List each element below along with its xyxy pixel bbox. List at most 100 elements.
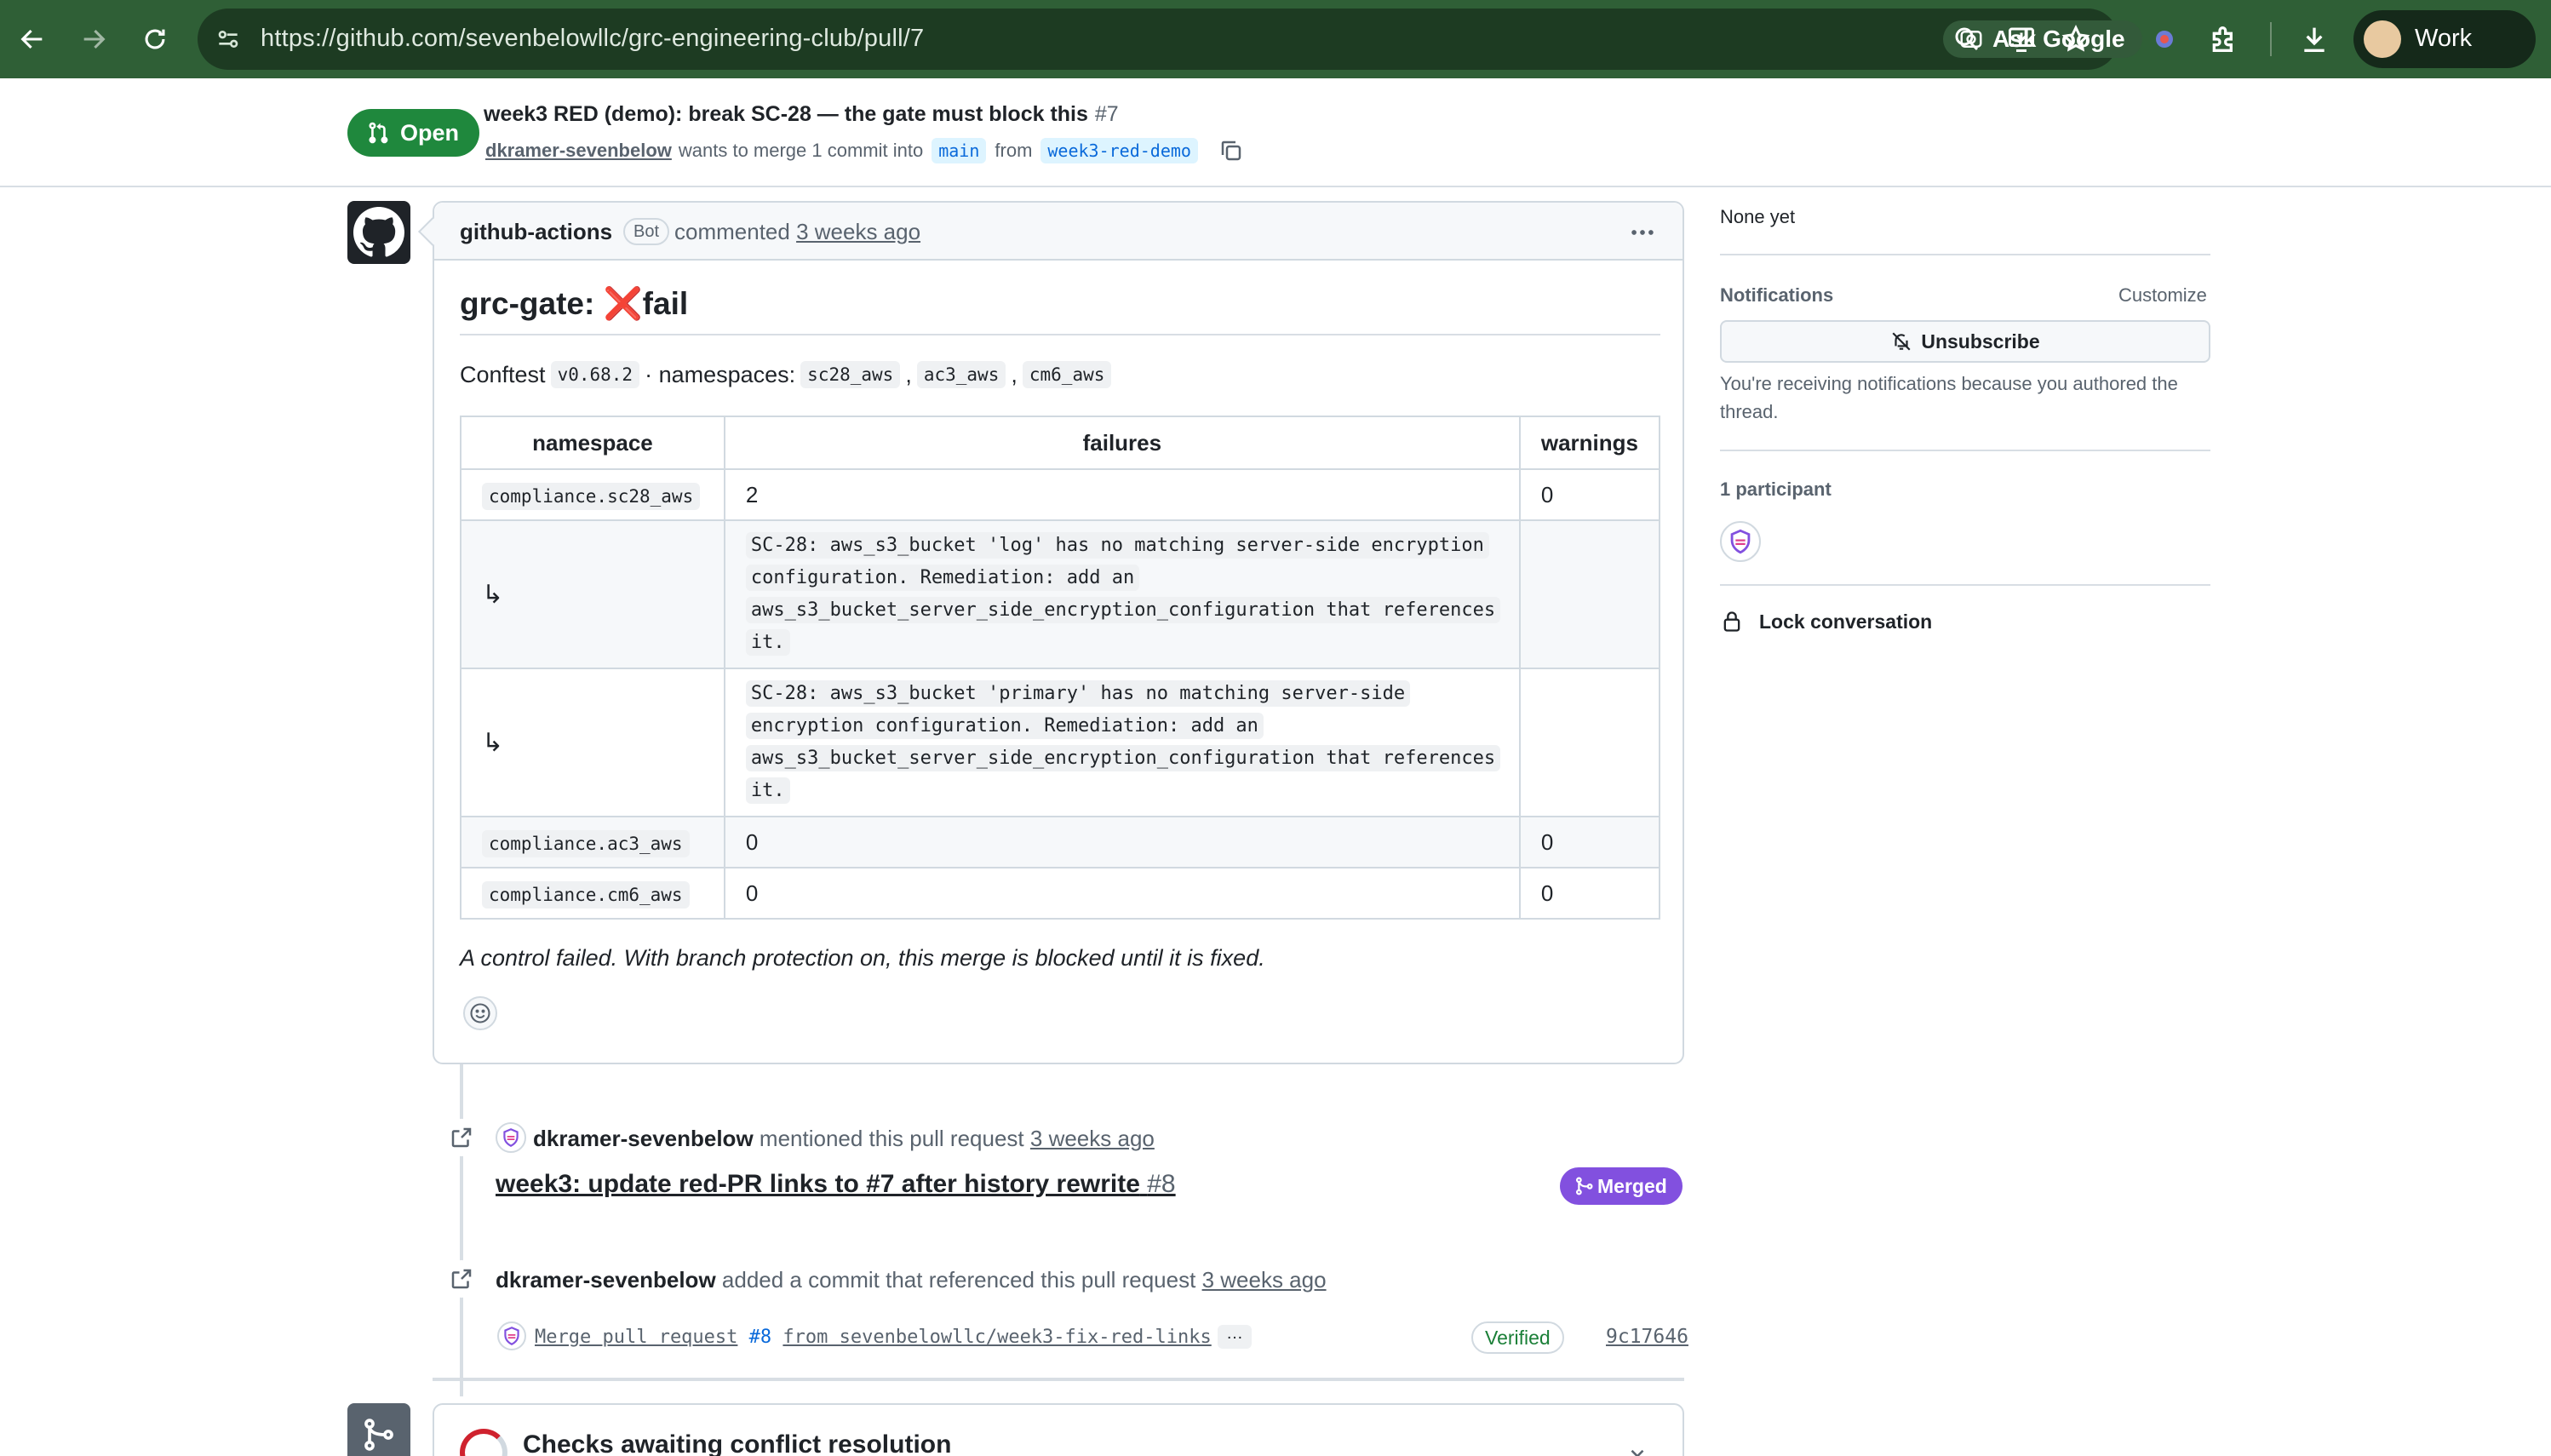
column-header: warnings xyxy=(1518,416,1661,470)
warnings-cell: 0 xyxy=(1518,468,1661,521)
gate-heading-prefix: grc-gate: xyxy=(460,286,595,321)
participants-heading: 1 participant xyxy=(1720,479,1832,500)
fail-cross-icon: ❌ xyxy=(603,286,643,321)
failure-message-text: SC-28: aws_s3_bucket 'log' has no matchi… xyxy=(745,532,1501,656)
cross-reference-event-icon xyxy=(443,1119,480,1156)
warnings-cell xyxy=(1518,668,1661,817)
toolbar-divider xyxy=(2270,22,2272,56)
table-row: compliance.cm6_aws 0 0 xyxy=(460,867,1661,920)
referenced-pr-link[interactable]: week3: update red-PR links to #7 after h… xyxy=(496,1170,1176,1199)
mention-event-text: dkramer-sevenbelow mentioned this pull r… xyxy=(533,1126,1155,1152)
namespace-code: ac3_aws xyxy=(916,361,1006,388)
customize-link[interactable]: Customize xyxy=(2118,284,2207,307)
user-avatar[interactable] xyxy=(496,1122,526,1153)
cross-reference-icon xyxy=(451,1269,472,1289)
commit-sha-link[interactable]: 9c17646 xyxy=(1606,1326,1688,1348)
extensions-puzzle-icon[interactable] xyxy=(2207,22,2241,56)
namespace-code: cm6_aws xyxy=(1022,361,1112,388)
copy-icon[interactable] xyxy=(1218,138,1244,163)
commit-message[interactable]: Merge pull request #8 from sevenbelowllc… xyxy=(535,1327,1212,1348)
event-actor[interactable]: dkramer-sevenbelow xyxy=(496,1267,716,1293)
failures-cell: 2 xyxy=(723,468,1521,521)
timeline-divider xyxy=(433,1378,1684,1381)
commit-message-suffix[interactable]: from sevenbelowllc/week3-fix-red-links xyxy=(782,1327,1211,1348)
bookmark-star-icon[interactable] xyxy=(2061,24,2091,54)
github-actions-avatar[interactable] xyxy=(347,201,410,264)
arrow-left-icon xyxy=(20,29,43,49)
pr-author-link[interactable]: dkramer-sevenbelow xyxy=(485,140,672,162)
kebab-menu-icon[interactable] xyxy=(1628,218,1657,247)
event-description: added a commit that referenced this pull… xyxy=(721,1267,1196,1293)
extension-colorful-icon[interactable] xyxy=(2147,22,2181,56)
failures-cell: 0 xyxy=(723,867,1521,920)
timeline-line xyxy=(460,1056,463,1396)
from-text: from xyxy=(995,140,1033,161)
forward-button[interactable] xyxy=(73,19,114,60)
checks-status-icon xyxy=(460,1429,507,1456)
user-avatar[interactable] xyxy=(497,1321,526,1350)
chevron-down-icon[interactable] xyxy=(1626,1442,1648,1456)
comment-action: commented xyxy=(674,219,790,244)
comment-header: github-actions Bot commented 3 weeks ago xyxy=(418,203,1683,261)
reload-button[interactable] xyxy=(135,19,175,60)
commit-event-text: dkramer-sevenbelow added a commit that r… xyxy=(496,1267,1327,1293)
gate-heading-suffix: fail xyxy=(642,286,689,321)
head-branch[interactable]: week3-red-demo xyxy=(1040,138,1198,163)
comment-author[interactable]: github-actions xyxy=(460,219,612,245)
gate-heading: grc-gate: ❌fail xyxy=(460,286,688,323)
reload-icon xyxy=(145,29,165,49)
site-settings-icon[interactable] xyxy=(215,26,242,53)
install-app-icon[interactable] xyxy=(2006,24,2037,54)
pr-state-label: Open xyxy=(400,120,460,146)
comment-time[interactable]: 3 weeks ago xyxy=(796,219,920,244)
add-reaction-button[interactable] xyxy=(463,996,497,1030)
sub-row-arrow: ↳ xyxy=(460,519,725,669)
checks-title: Checks awaiting conflict resolution xyxy=(523,1430,952,1456)
git-merge-icon xyxy=(1576,1177,1593,1195)
referenced-pr-title[interactable]: week3: update red-PR links to #7 after h… xyxy=(496,1170,1140,1198)
namespace-cell: compliance.cm6_aws xyxy=(460,867,725,920)
pr-number: #7 xyxy=(1094,102,1119,126)
sidebar-divider xyxy=(1720,450,2210,451)
commit-reference-event-icon xyxy=(443,1260,480,1298)
base-branch[interactable]: main xyxy=(932,138,987,163)
github-logo-icon xyxy=(353,207,404,257)
failure-message-text: SC-28: aws_s3_bucket 'primary' has no ma… xyxy=(745,680,1501,804)
sidebar-divider xyxy=(1720,254,2210,255)
commit-pr-link[interactable]: #8 xyxy=(749,1327,772,1348)
namespace-code: compliance.ac3_aws xyxy=(482,829,690,857)
address-bar[interactable]: https://github.com/sevenbelowllc/grc-eng… xyxy=(198,9,2142,70)
column-header: namespace xyxy=(460,416,725,470)
download-icon[interactable] xyxy=(2297,22,2331,56)
event-time[interactable]: 3 weeks ago xyxy=(1030,1126,1155,1151)
zoom-icon[interactable] xyxy=(1952,24,1982,54)
profile-button[interactable]: Work xyxy=(2353,10,2536,68)
profile-name: Work xyxy=(2415,25,2473,52)
commit-message-prefix[interactable]: Merge pull request xyxy=(535,1327,737,1348)
event-actor[interactable]: dkramer-sevenbelow xyxy=(533,1126,754,1151)
expand-commit-button[interactable]: … xyxy=(1218,1325,1252,1349)
sub-row-arrow: ↳ xyxy=(460,668,725,817)
checks-panel[interactable]: Checks awaiting conflict resolution xyxy=(433,1403,1684,1456)
failures-cell: 0 xyxy=(723,816,1521,868)
notifications-heading: Notifications xyxy=(1720,284,1834,306)
referenced-pr-number[interactable]: #8 xyxy=(1147,1170,1175,1198)
shield-avatar-icon xyxy=(503,1128,519,1147)
namespace-cell: compliance.ac3_aws xyxy=(460,816,725,868)
warnings-cell: 0 xyxy=(1518,867,1661,920)
url-text[interactable]: https://github.com/sevenbelowllc/grc-eng… xyxy=(261,25,924,53)
back-button[interactable] xyxy=(12,19,53,60)
lock-conversation-button[interactable]: Lock conversation xyxy=(1720,610,1932,633)
participant-avatar[interactable] xyxy=(1720,521,1761,562)
conftest-label: Conftest xyxy=(460,361,546,387)
namespace-code: compliance.sc28_aws xyxy=(482,482,701,510)
merged-badge: Merged xyxy=(1560,1167,1683,1205)
warnings-cell xyxy=(1518,519,1661,669)
smiley-icon xyxy=(470,1003,490,1023)
git-pull-request-icon xyxy=(369,122,388,144)
sidebar-divider xyxy=(1720,584,2210,586)
event-time[interactable]: 3 weeks ago xyxy=(1202,1267,1327,1293)
table-row: ↳ SC-28: aws_s3_bucket 'log' has no matc… xyxy=(460,519,1661,669)
unsubscribe-button[interactable]: Unsubscribe xyxy=(1720,320,2210,363)
verified-badge[interactable]: Verified xyxy=(1471,1321,1564,1354)
